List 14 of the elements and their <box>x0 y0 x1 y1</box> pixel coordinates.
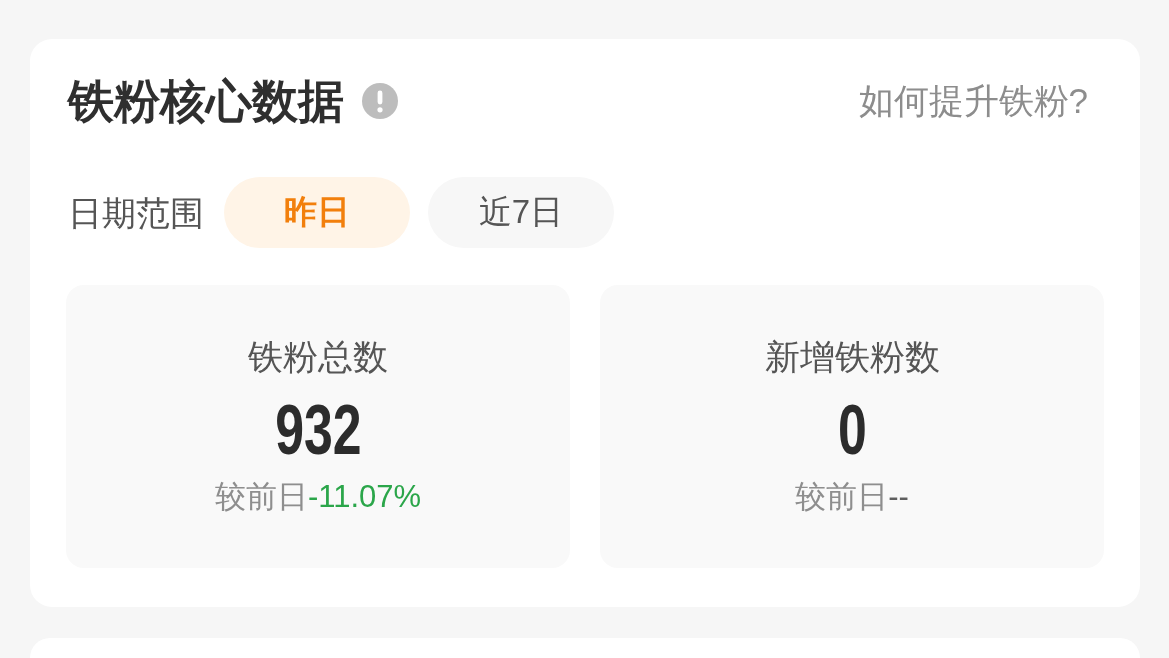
date-tab[interactable]: 昨日 <box>224 177 410 248</box>
date-range-label: 日期范围 <box>68 192 204 234</box>
stat-value: 932 <box>274 394 362 466</box>
stat-label: 铁粉总数 <box>248 336 388 378</box>
info-icon[interactable] <box>362 83 398 119</box>
change-value: -- <box>888 478 909 516</box>
compare-label: 较前日 <box>795 478 889 516</box>
stat-value: 0 <box>837 394 867 466</box>
date-tab[interactable]: 近7日 <box>428 177 614 248</box>
stat-label: 新增铁粉数 <box>764 336 940 378</box>
compare-label: 较前日 <box>214 478 308 516</box>
help-link[interactable]: 如何提升铁粉? <box>858 78 1088 124</box>
change-value: -11.07% <box>307 478 422 516</box>
section-title: 铁粉核心数据 <box>68 74 344 128</box>
